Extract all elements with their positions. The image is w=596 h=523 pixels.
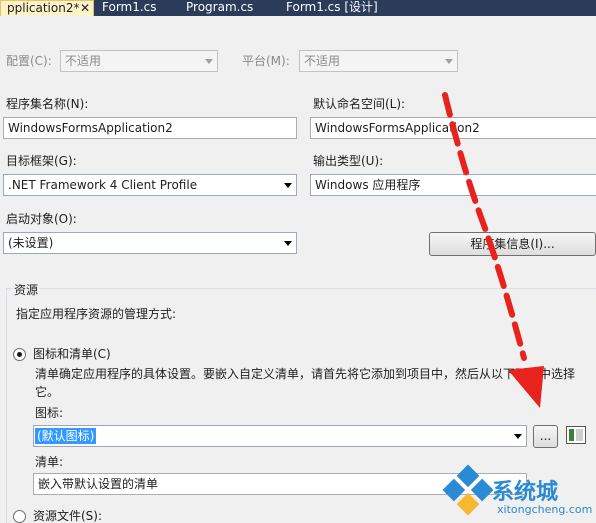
target-framework-label: 目标框架(G): — [6, 154, 77, 168]
platform-combo[interactable]: 不适用 — [299, 50, 458, 72]
manifest-value: 嵌入带默认设置的清单 — [38, 477, 159, 491]
icon-manifest-radio[interactable] — [13, 348, 26, 361]
resource-file-radio[interactable] — [13, 510, 26, 523]
config-value: 不适用 — [65, 54, 102, 68]
dropdown-arrow-icon — [205, 59, 213, 64]
startup-object-combo[interactable]: (未设置) — [3, 232, 297, 254]
platform-value: 不适用 — [304, 54, 341, 68]
tab-label: Form1.cs — [102, 0, 157, 14]
icon-combo[interactable]: (默认图标) — [33, 425, 527, 447]
tab-program-cs[interactable]: Program.cs — [180, 0, 278, 16]
resources-group-title: 资源 — [12, 283, 41, 297]
default-namespace-label: 默认命名空间(L): — [313, 97, 406, 111]
icon-manifest-option-label: 图标和清单(C) — [33, 347, 111, 361]
resource-file-option-label: 资源文件(S): — [33, 509, 103, 523]
resources-description: 指定应用程序资源的管理方式: — [16, 307, 177, 321]
icon-value: (默认图标) — [35, 428, 97, 444]
icon-manifest-description-line2: 它。 — [35, 385, 60, 399]
output-type-value: Windows 应用程序 — [315, 178, 421, 192]
output-type-label: 输出类型(U): — [313, 154, 384, 168]
default-namespace-value: WindowsFormsApplication2 — [315, 121, 480, 135]
startup-object-value: (未设置) — [8, 236, 54, 250]
dropdown-arrow-icon — [284, 183, 292, 188]
default-namespace-field[interactable]: WindowsFormsApplication2 — [310, 117, 596, 139]
tab-project-properties[interactable]: pplication2* ✕ — [0, 0, 94, 16]
assembly-name-value: WindowsFormsApplication2 — [8, 121, 173, 135]
assembly-info-button[interactable]: 程序集信息(I)... — [429, 232, 596, 256]
target-framework-value: .NET Framework 4 Client Profile — [8, 178, 198, 192]
close-tab-icon[interactable]: ✕ — [80, 1, 90, 15]
manifest-combo[interactable]: 嵌入带默认设置的清单 — [33, 473, 527, 495]
tab-label: Program.cs — [186, 0, 254, 14]
icon-label: 图标: — [35, 406, 64, 420]
assembly-name-field[interactable]: WindowsFormsApplication2 — [3, 117, 297, 139]
startup-object-label: 启动对象(O): — [6, 212, 77, 226]
dropdown-arrow-icon — [514, 434, 522, 439]
watermark-url: xitongcheng.com — [497, 503, 593, 516]
tab-label: Form1.cs [设计] — [286, 0, 378, 14]
target-framework-combo[interactable]: .NET Framework 4 Client Profile — [3, 174, 297, 196]
assembly-name-label: 程序集名称(N): — [6, 97, 89, 111]
watermark-brand: 系统城 — [492, 480, 559, 505]
config-label: 配置(C): — [6, 54, 52, 68]
icon-manifest-description-line1: 清单确定应用程序的具体设置。要嵌入自定义清单，请首先将它添加到项目中，然后从以下… — [35, 367, 576, 381]
output-type-combo[interactable]: Windows 应用程序 — [310, 174, 596, 196]
tab-form1-designer[interactable]: Form1.cs [设计] — [280, 0, 400, 16]
manifest-label: 清单: — [35, 455, 64, 469]
dropdown-arrow-icon — [284, 241, 292, 246]
browse-icon-button[interactable]: ... — [533, 425, 558, 448]
config-combo[interactable]: 不适用 — [60, 50, 218, 72]
tab-form1-cs[interactable]: Form1.cs — [96, 0, 180, 16]
icon-preview-icon — [566, 426, 586, 444]
document-tab-strip: pplication2* ✕ Form1.cs Program.cs Form1… — [0, 0, 596, 16]
tab-label: pplication2* — [7, 1, 80, 15]
dropdown-arrow-icon — [445, 59, 453, 64]
platform-label: 平台(M): — [242, 54, 290, 68]
